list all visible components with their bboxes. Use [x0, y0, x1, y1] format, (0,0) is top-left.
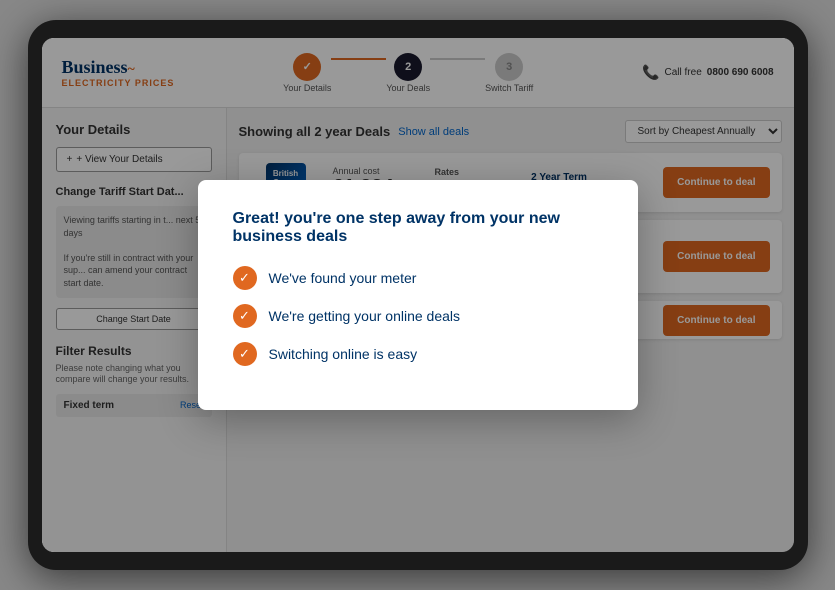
tablet-screen: Business~ ELECTRICITY PRICES ✓ Your Deta…	[42, 38, 794, 552]
modal-item-2-text: We're getting your online deals	[269, 308, 461, 324]
modal-item-3: ✓ Switching online is easy	[233, 342, 603, 366]
check-icon-3: ✓	[233, 342, 257, 366]
tablet-frame: Business~ ELECTRICITY PRICES ✓ Your Deta…	[28, 20, 808, 570]
check-icon-2: ✓	[233, 304, 257, 328]
modal-item-2: ✓ We're getting your online deals	[233, 304, 603, 328]
check-icon-1: ✓	[233, 266, 257, 290]
modal-title: Great! you're one step away from your ne…	[233, 210, 603, 246]
modal-item-3-text: Switching online is easy	[269, 346, 418, 362]
modal-item-1: ✓ We've found your meter	[233, 266, 603, 290]
modal-item-1-text: We've found your meter	[269, 270, 417, 286]
modal-overlay: Great! you're one step away from your ne…	[42, 38, 794, 552]
modal: Great! you're one step away from your ne…	[198, 180, 638, 410]
